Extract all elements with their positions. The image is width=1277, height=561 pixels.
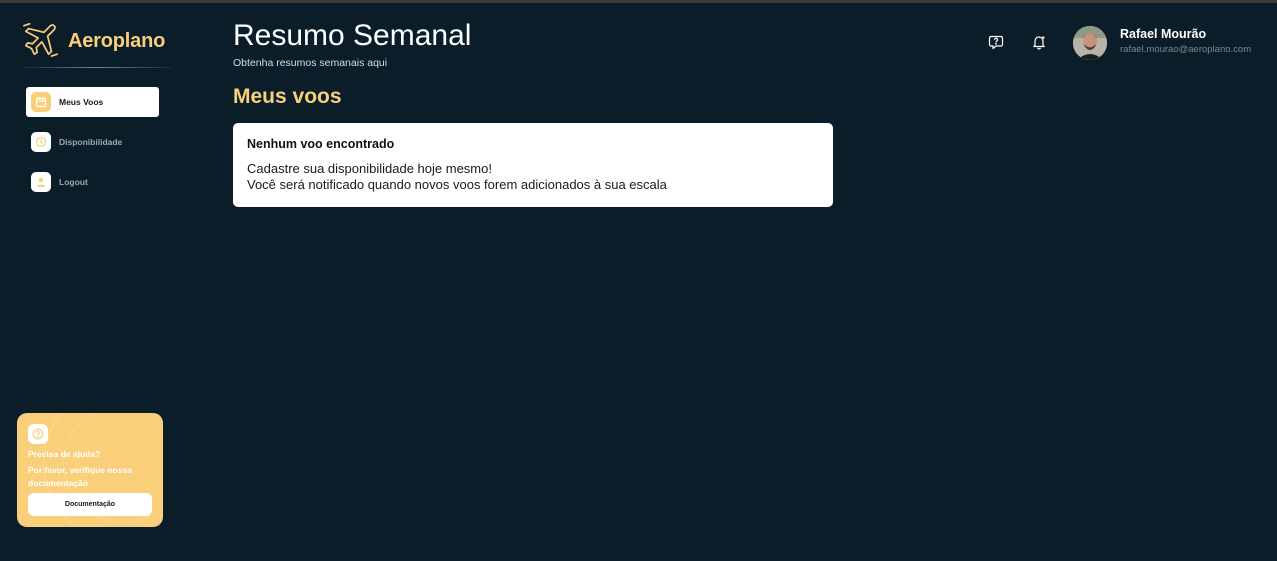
- question-icon: [28, 424, 48, 444]
- chat-question-icon: [988, 34, 1004, 55]
- empty-state-line: Você será notificado quando novos voos f…: [247, 177, 667, 192]
- sidebar-nav: Meus Voos Disponibilidade Logout: [26, 87, 159, 207]
- user-name[interactable]: Rafael Mourão: [1120, 27, 1206, 41]
- clock-icon: [31, 132, 51, 152]
- brand-name: Aeroplano: [68, 30, 166, 52]
- avatar[interactable]: [1073, 26, 1107, 60]
- user-icon: [31, 172, 51, 192]
- user-email: rafael.mourao@aeroplano.com: [1120, 44, 1252, 55]
- sidebar-item-meus-voos[interactable]: Meus Voos: [26, 87, 159, 117]
- bell-icon: [1031, 34, 1047, 55]
- help-title: Precisa de ajuda?: [28, 449, 101, 459]
- sidebar-item-logout[interactable]: Logout: [26, 167, 159, 197]
- empty-state-line: Cadastre sua disponibilidade hoje mesmo!: [247, 161, 492, 176]
- sidebar-item-disponibilidade[interactable]: Disponibilidade: [26, 127, 159, 157]
- help-text: Por favor, verifique nossa documentação: [28, 465, 132, 488]
- sidebar-item-label: Meus Voos: [59, 97, 104, 107]
- notifications-button[interactable]: [1028, 33, 1050, 55]
- section-title: Meus voos: [233, 85, 342, 108]
- help-card: Precisa de ajuda? Por favor, verifique n…: [17, 413, 163, 527]
- help-button[interactable]: [985, 33, 1007, 55]
- sidebar-item-label: Logout: [59, 177, 88, 187]
- airplane-icon: [22, 20, 60, 63]
- sidebar-item-label: Disponibilidade: [59, 137, 123, 147]
- brand-divider: [22, 67, 172, 68]
- calendar-icon: [31, 92, 51, 112]
- empty-state-card: Nenhum voo encontrado Cadastre sua dispo…: [233, 123, 833, 207]
- documentation-button[interactable]: Documentação: [28, 493, 152, 516]
- window-top-border: [0, 0, 1277, 3]
- brand[interactable]: Aeroplano: [22, 20, 165, 63]
- page-title: Resumo Semanal: [233, 19, 472, 52]
- page-subtitle: Obtenha resumos semanais aqui: [233, 57, 388, 69]
- empty-state-title: Nenhum voo encontrado: [247, 137, 395, 151]
